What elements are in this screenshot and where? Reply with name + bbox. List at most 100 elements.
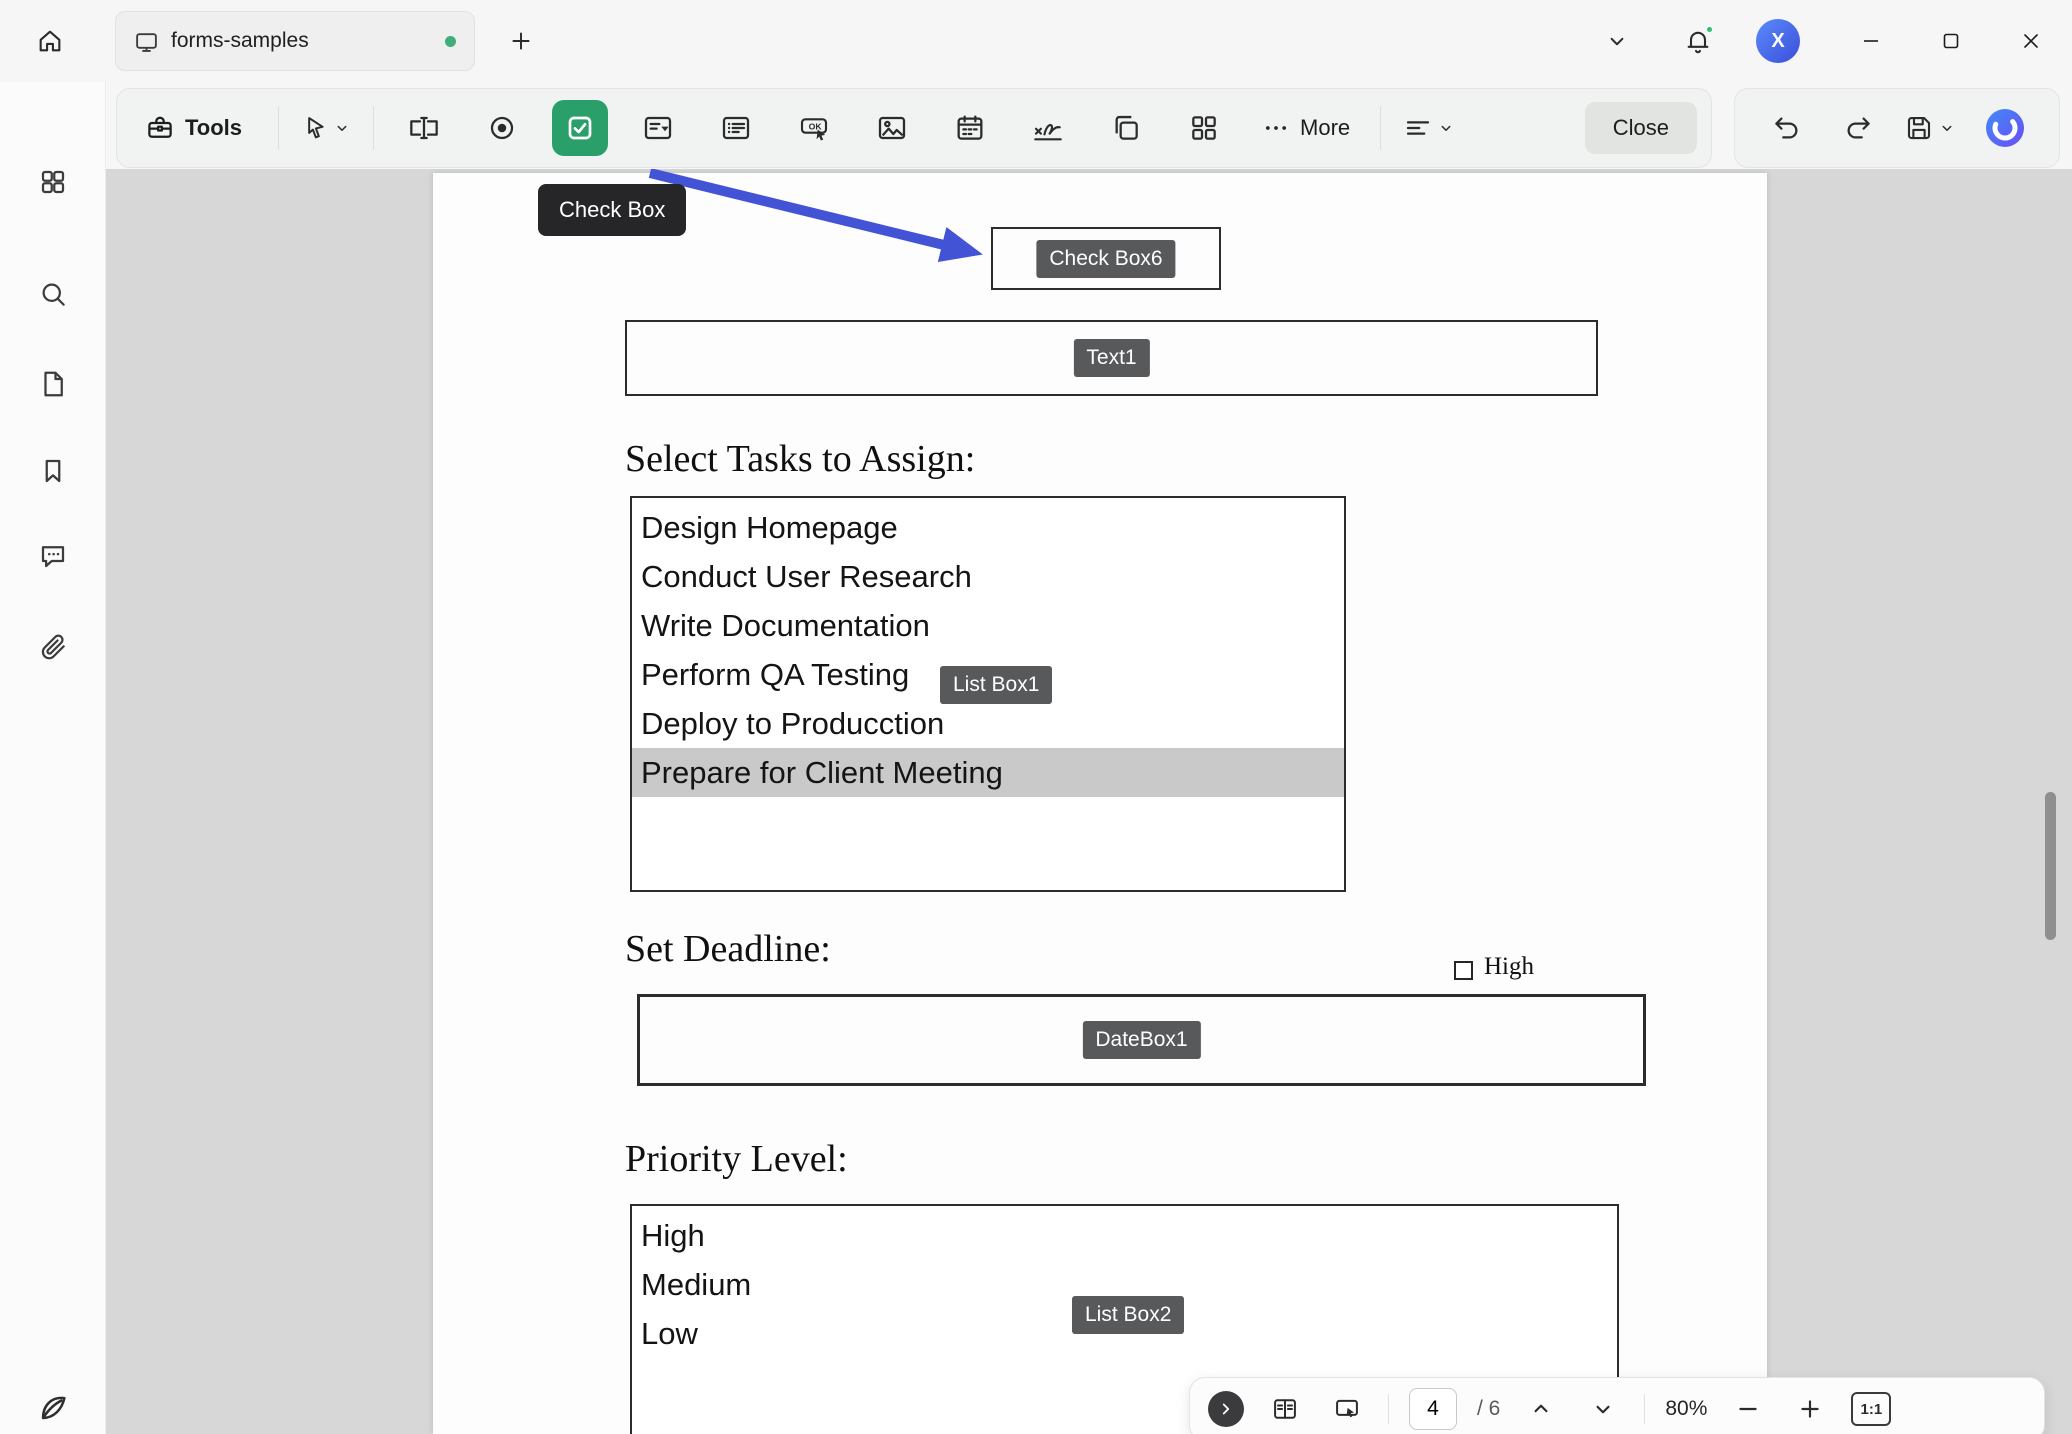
listbox1-field[interactable]: Design Homepage Conduct User Research Wr… — [630, 496, 1346, 892]
list-item-selected[interactable]: Prepare for Client Meeting — [632, 748, 1344, 797]
divider — [1388, 1394, 1389, 1424]
apps-grid-icon — [38, 167, 68, 197]
checkbox-tool-button[interactable] — [552, 100, 608, 156]
alignment-button[interactable] — [1403, 113, 1455, 143]
save-icon — [1904, 113, 1934, 143]
divider — [278, 106, 279, 150]
sidebar-item-attachments[interactable] — [25, 619, 81, 675]
ai-assistant-icon — [1983, 106, 2027, 150]
sidebar-item-apps[interactable] — [25, 154, 81, 210]
copy-fields-tool-button[interactable] — [1098, 100, 1154, 156]
form-toolbar: Tools OK — [116, 88, 1712, 168]
text1-field-badge: Text1 — [1073, 339, 1149, 377]
titlebar-collapse-button[interactable] — [1591, 15, 1643, 67]
left-sidebar — [0, 82, 106, 1434]
sidebar-item-pages[interactable] — [25, 356, 81, 412]
zoom-level-button[interactable]: 80% — [1665, 1397, 1707, 1421]
high-checkbox-label: High — [1484, 953, 1534, 981]
sidebar-item-comments[interactable] — [25, 528, 81, 584]
divider — [1380, 106, 1381, 150]
date-field-tool-button[interactable] — [942, 100, 998, 156]
undo-button[interactable] — [1763, 100, 1811, 156]
signature-field-tool-button[interactable] — [1020, 100, 1076, 156]
tools-label: Tools — [185, 115, 242, 141]
notifications-button[interactable] — [1672, 15, 1724, 67]
sidebar-item-search[interactable] — [25, 266, 81, 322]
more-button[interactable]: More — [1254, 114, 1358, 142]
paperclip-icon — [38, 632, 68, 662]
more-dots-icon — [1262, 114, 1290, 142]
maximize-button[interactable] — [1925, 15, 1977, 67]
divider — [1644, 1394, 1645, 1424]
list-box-icon — [720, 112, 752, 144]
list-box-tool-button[interactable] — [708, 100, 764, 156]
chevron-down-icon — [1590, 1396, 1616, 1422]
tab-title: forms-samples — [171, 29, 309, 53]
list-item[interactable]: Write Documentation — [632, 601, 1344, 650]
datebox1-field-badge: DateBox1 — [1082, 1021, 1200, 1059]
grid-icon — [1188, 112, 1220, 144]
minimize-icon — [1859, 29, 1883, 53]
heading-priority-level: Priority Level: — [625, 1137, 848, 1181]
brand-logo-icon — [36, 1391, 70, 1425]
copy-icon — [1110, 112, 1142, 144]
home-button[interactable] — [24, 15, 76, 67]
image-field-icon — [876, 112, 908, 144]
page-number-input[interactable] — [1409, 1388, 1457, 1430]
heading-select-tasks: Select Tasks to Assign: — [625, 437, 975, 481]
datebox1-field[interactable]: DateBox1 — [637, 994, 1646, 1086]
combo-box-tool-button[interactable] — [630, 100, 686, 156]
heading-set-deadline: Set Deadline: — [625, 927, 831, 971]
arrange-fields-tool-button[interactable] — [1176, 100, 1232, 156]
combo-box-icon — [642, 112, 674, 144]
vertical-scrollbar[interactable] — [2045, 792, 2056, 940]
zoom-in-button[interactable] — [1789, 1388, 1831, 1430]
form-tab-icon — [134, 29, 159, 54]
list-item[interactable]: Design Homepage — [632, 503, 1344, 552]
image-field-tool-button[interactable] — [864, 100, 920, 156]
minimize-button[interactable] — [1845, 15, 1897, 67]
calendar-icon — [954, 112, 986, 144]
push-button-tool-button[interactable]: OK — [786, 100, 842, 156]
close-form-mode-button[interactable]: Close — [1585, 102, 1697, 154]
list-item[interactable]: High — [632, 1211, 1617, 1260]
page-thumbnails-button[interactable] — [1264, 1388, 1306, 1430]
zoom-out-button[interactable] — [1727, 1388, 1769, 1430]
expand-toolbar-button[interactable] — [1208, 1391, 1244, 1427]
list-item[interactable]: Conduct User Research — [632, 552, 1344, 601]
redo-button[interactable] — [1834, 100, 1882, 156]
document-canvas[interactable]: Check Box Check Box6 Text1 Select Tasks … — [106, 169, 2072, 1434]
maximize-icon — [1939, 29, 1963, 53]
undo-icon — [1772, 113, 1802, 143]
actual-size-button[interactable]: 1:1 — [1851, 1392, 1891, 1426]
listbox1-field-badge: List Box1 — [940, 666, 1052, 704]
next-page-button[interactable] — [1582, 1388, 1624, 1430]
high-checkbox[interactable] — [1454, 961, 1473, 980]
listbox2-field-badge: List Box2 — [1072, 1296, 1184, 1334]
tool-tooltip: Check Box — [538, 184, 686, 236]
avatar[interactable]: X — [1756, 19, 1800, 63]
text-field-tool-button[interactable] — [396, 100, 452, 156]
document-tab[interactable]: forms-samples — [115, 11, 475, 71]
list-item[interactable]: Deploy to Producction — [632, 699, 1344, 748]
text1-field[interactable]: Text1 — [625, 320, 1598, 396]
chevron-up-icon — [1528, 1396, 1554, 1422]
close-icon — [2019, 29, 2043, 53]
chevron-down-icon — [1938, 119, 1956, 137]
radio-button-icon — [486, 112, 518, 144]
previous-page-button[interactable] — [1520, 1388, 1562, 1430]
ai-assistant-button[interactable] — [1979, 100, 2031, 156]
bottom-toolbar: / 6 80% 1:1 — [1189, 1377, 2045, 1434]
close-window-button[interactable] — [2005, 15, 2057, 67]
radio-button-tool-button[interactable] — [474, 100, 530, 156]
presentation-mode-button[interactable] — [1326, 1388, 1368, 1430]
sidebar-item-bookmarks[interactable] — [25, 443, 81, 499]
align-lines-icon — [1403, 113, 1433, 143]
checkbox6-field[interactable]: Check Box6 — [991, 227, 1221, 290]
tools-button[interactable]: Tools — [131, 100, 256, 156]
select-tool-button[interactable] — [301, 114, 351, 142]
new-tab-button[interactable] — [495, 15, 547, 67]
app-logo — [25, 1380, 81, 1434]
save-button[interactable] — [1904, 113, 1956, 143]
comment-icon — [38, 541, 68, 571]
